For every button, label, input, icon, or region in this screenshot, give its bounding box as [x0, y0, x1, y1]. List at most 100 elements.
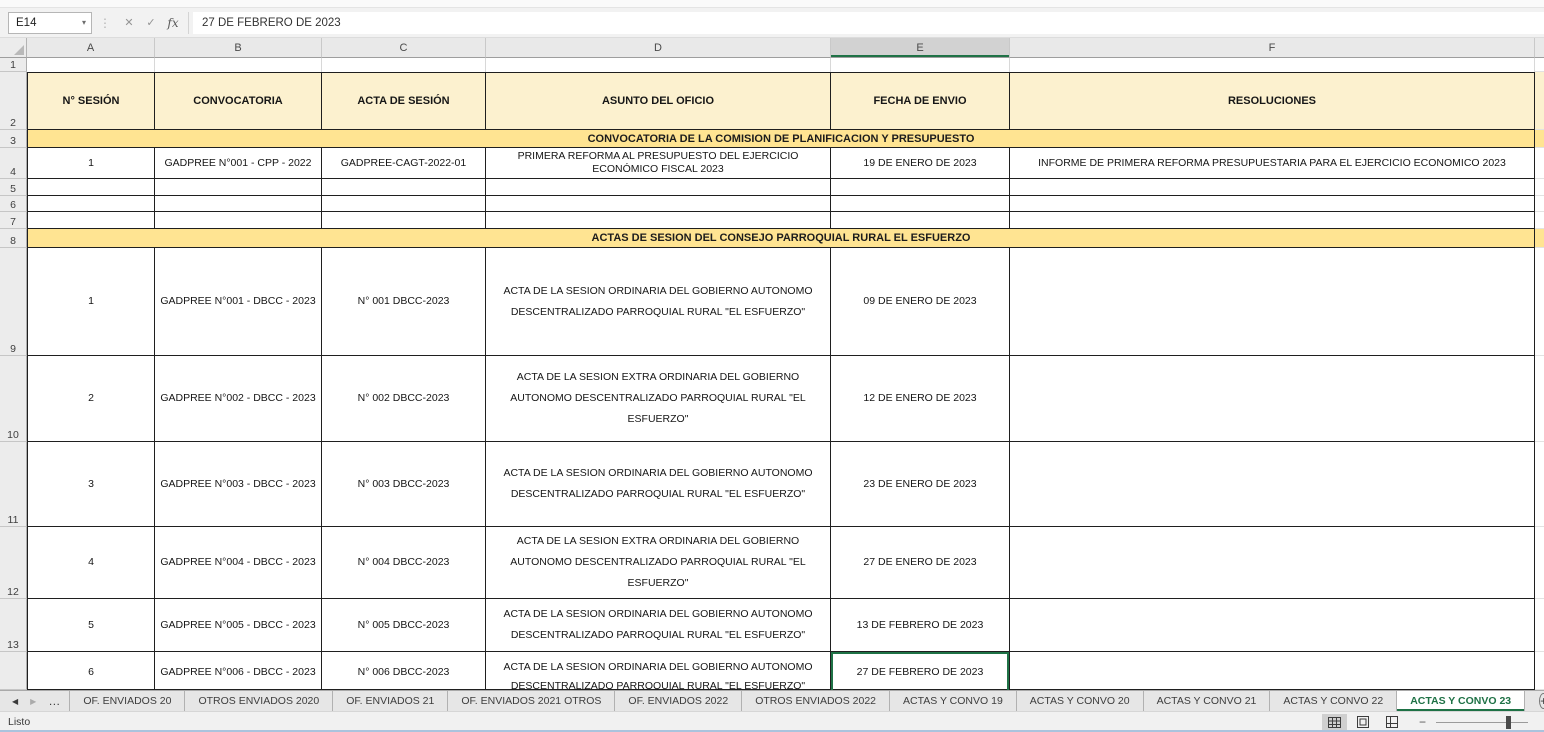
formula-input[interactable]: 27 DE FEBRERO DE 2023	[193, 12, 1544, 34]
sheet-tab-actas-y-convo-21[interactable]: ACTAS Y CONVO 21	[1143, 691, 1270, 711]
select-all-corner[interactable]	[0, 38, 27, 58]
row-header-12[interactable]: 12	[0, 527, 27, 599]
cell-D12[interactable]: ACTA DE LA SESION EXTRA ORDINARIA DEL GO…	[486, 527, 831, 599]
cell-E5[interactable]	[831, 179, 1010, 196]
cell-B7[interactable]	[155, 212, 322, 229]
cell-F6[interactable]	[1010, 196, 1535, 212]
cell-B4[interactable]: GADPREE N°001 - CPP - 2022	[155, 148, 322, 179]
cell-A11[interactable]: 3	[27, 442, 155, 527]
cell-A10[interactable]: 2	[27, 356, 155, 442]
cell-B13[interactable]: GADPREE N°005 - DBCC - 2023	[155, 599, 322, 652]
cell-C5[interactable]	[322, 179, 486, 196]
sheet-tab-otros-enviados-2020[interactable]: OTROS ENVIADOS 2020	[184, 691, 332, 711]
cell-B1[interactable]	[155, 58, 322, 72]
sheet-tab-of-enviados-20[interactable]: OF. ENVIADOS 20	[69, 691, 184, 711]
column-header-c[interactable]: C	[322, 38, 486, 58]
sheet-tab-of-enviados-2021-otros[interactable]: OF. ENVIADOS 2021 OTROS	[447, 691, 614, 711]
table-header-C2[interactable]: ACTA DE SESIÓN	[322, 72, 486, 130]
cell-E7[interactable]	[831, 212, 1010, 229]
page-layout-view-icon[interactable]	[1351, 714, 1376, 731]
cell-D6[interactable]	[486, 196, 831, 212]
insert-function-icon[interactable]: fx	[162, 16, 184, 30]
cell-C11[interactable]: N° 003 DBCC-2023	[322, 442, 486, 527]
name-box[interactable]: E14 ▾	[8, 12, 92, 34]
table-header-B2[interactable]: CONVOCATORIA	[155, 72, 322, 130]
cell-C4[interactable]: GADPREE-CAGT-2022-01	[322, 148, 486, 179]
row-header-8[interactable]: 8	[0, 229, 27, 248]
cell-E9[interactable]: 09 DE ENERO DE 2023	[831, 248, 1010, 356]
cell-B10[interactable]: GADPREE N°002 - DBCC - 2023	[155, 356, 322, 442]
new-sheet-button[interactable]: +	[1539, 693, 1544, 709]
cell-F7[interactable]	[1010, 212, 1535, 229]
cancel-icon[interactable]: ✕	[118, 16, 140, 29]
cell-C7[interactable]	[322, 212, 486, 229]
cell-A13[interactable]: 5	[27, 599, 155, 652]
table-header-D2[interactable]: ASUNTO DEL OFICIO	[486, 72, 831, 130]
cell-D1[interactable]	[486, 58, 831, 72]
row-header-9[interactable]: 9	[0, 248, 27, 356]
cell-E13[interactable]: 13 DE FEBRERO DE 2023	[831, 599, 1010, 652]
cell-A14[interactable]: 6	[27, 652, 155, 690]
cell-E14[interactable]: 27 DE FEBRERO DE 2023	[831, 652, 1010, 690]
cell-C1[interactable]	[322, 58, 486, 72]
section-banner-row-8[interactable]: ACTAS DE SESION DEL CONSEJO PARROQUIAL R…	[27, 229, 1535, 248]
table-header-E2[interactable]: FECHA DE ENVIO	[831, 72, 1010, 130]
row-header-2[interactable]: 2	[0, 72, 27, 130]
row-header-1[interactable]: 1	[0, 58, 27, 72]
row-header-13[interactable]: 13	[0, 599, 27, 652]
cell-A7[interactable]	[27, 212, 155, 229]
cell-F9[interactable]	[1010, 248, 1535, 356]
section-banner-row-3[interactable]: CONVOCATORIA DE LA COMISION DE PLANIFICA…	[27, 130, 1535, 148]
cell-D11[interactable]: ACTA DE LA SESION ORDINARIA DEL GOBIERNO…	[486, 442, 831, 527]
cell-A1[interactable]	[27, 58, 155, 72]
column-header-d[interactable]: D	[486, 38, 831, 58]
column-header-a[interactable]: A	[27, 38, 155, 58]
enter-icon[interactable]: ✓	[140, 16, 162, 29]
cell-B11[interactable]: GADPREE N°003 - DBCC - 2023	[155, 442, 322, 527]
row-header-10[interactable]: 10	[0, 356, 27, 442]
column-header-e[interactable]: E	[831, 38, 1010, 58]
cell-C13[interactable]: N° 005 DBCC-2023	[322, 599, 486, 652]
cell-A6[interactable]	[27, 196, 155, 212]
cell-D14[interactable]: ACTA DE LA SESION ORDINARIA DEL GOBIERNO…	[486, 652, 831, 690]
next-sheet-icon[interactable]: ▶	[30, 697, 36, 706]
cell-D4[interactable]: PRIMERA REFORMA AL PRESUPUESTO DEL EJERC…	[486, 148, 831, 179]
sheet-tab-of-enviados-21[interactable]: OF. ENVIADOS 21	[332, 691, 447, 711]
row-header-6[interactable]: 6	[0, 196, 27, 212]
column-header-b[interactable]: B	[155, 38, 322, 58]
sheet-tab-of-enviados-2022[interactable]: OF. ENVIADOS 2022	[614, 691, 741, 711]
cell-B14[interactable]: GADPREE N°006 - DBCC - 2023	[155, 652, 322, 690]
cell-F14[interactable]	[1010, 652, 1535, 690]
cell-B6[interactable]	[155, 196, 322, 212]
cell-F4[interactable]: INFORME DE PRIMERA REFORMA PRESUPUESTARI…	[1010, 148, 1535, 179]
cell-C9[interactable]: N° 001 DBCC-2023	[322, 248, 486, 356]
cell-A12[interactable]: 4	[27, 527, 155, 599]
table-header-F2[interactable]: RESOLUCIONES	[1010, 72, 1535, 130]
cell-B9[interactable]: GADPREE N°001 - DBCC - 2023	[155, 248, 322, 356]
cell-B12[interactable]: GADPREE N°004 - DBCC - 2023	[155, 527, 322, 599]
name-box-dropdown-icon[interactable]: ▾	[82, 18, 86, 27]
cell-A4[interactable]: 1	[27, 148, 155, 179]
row-header-4[interactable]: 4	[0, 148, 27, 179]
prev-sheet-icon[interactable]: ◀	[12, 697, 18, 706]
sheet-tab-otros-enviados-2022[interactable]: OTROS ENVIADOS 2022	[741, 691, 889, 711]
cell-A5[interactable]	[27, 179, 155, 196]
normal-view-icon[interactable]	[1322, 714, 1347, 731]
cell-F13[interactable]	[1010, 599, 1535, 652]
cell-F12[interactable]	[1010, 527, 1535, 599]
row-header-11[interactable]: 11	[0, 442, 27, 527]
cell-B5[interactable]	[155, 179, 322, 196]
cell-D13[interactable]: ACTA DE LA SESION ORDINARIA DEL GOBIERNO…	[486, 599, 831, 652]
zoom-out-icon[interactable]: −	[1419, 715, 1426, 729]
cell-D9[interactable]: ACTA DE LA SESION ORDINARIA DEL GOBIERNO…	[486, 248, 831, 356]
zoom-slider[interactable]	[1436, 722, 1528, 723]
cell-F5[interactable]	[1010, 179, 1535, 196]
cell-F10[interactable]	[1010, 356, 1535, 442]
sheet-tab-actas-y-convo-23[interactable]: ACTAS Y CONVO 23	[1396, 691, 1525, 711]
cell-E10[interactable]: 12 DE ENERO DE 2023	[831, 356, 1010, 442]
cell-E11[interactable]: 23 DE ENERO DE 2023	[831, 442, 1010, 527]
cell-C12[interactable]: N° 004 DBCC-2023	[322, 527, 486, 599]
cell-D5[interactable]	[486, 179, 831, 196]
cell-D10[interactable]: ACTA DE LA SESION EXTRA ORDINARIA DEL GO…	[486, 356, 831, 442]
cell-C6[interactable]	[322, 196, 486, 212]
